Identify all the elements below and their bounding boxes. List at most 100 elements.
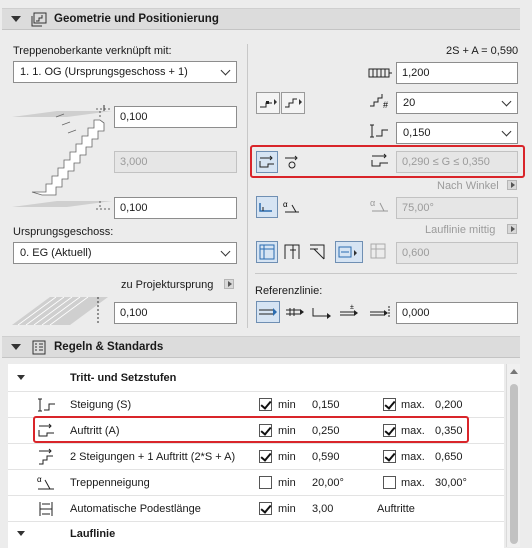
angle-input: 75,00° <box>396 197 518 219</box>
chevron-down-icon <box>220 65 231 76</box>
highlight-tread-row <box>33 416 469 443</box>
reference-center-button[interactable] <box>283 301 307 323</box>
walking-line-right-icon <box>310 244 325 260</box>
walking-line-center-button[interactable] <box>281 241 303 263</box>
chevron-down-icon <box>501 96 512 107</box>
home-story-value: 0. EG (Aktuell) <box>20 247 92 259</box>
by-angle-label: Nach Winkel <box>437 180 499 192</box>
riser-height-icon <box>38 398 55 412</box>
stair-slope-icon: α <box>37 475 54 490</box>
reference-custom-button[interactable]: ± <box>337 301 361 323</box>
riser-height-value: 0,150 <box>403 127 431 139</box>
collapse-triangle-icon[interactable] <box>11 16 21 22</box>
reference-custom-icon: ± <box>340 304 358 316</box>
reference-right-icon <box>312 308 331 319</box>
max-value[interactable]: 0,200 <box>435 399 463 411</box>
group-header-treads[interactable]: Tritt- und Setzstufen <box>8 364 504 392</box>
riser-height-select[interactable]: 0,150 <box>396 122 518 144</box>
min-value[interactable]: 20,00° <box>312 477 344 489</box>
top-offset-input[interactable]: 0,100 <box>114 106 237 128</box>
scroll-thumb[interactable] <box>510 384 518 544</box>
min-checkbox[interactable] <box>259 476 272 489</box>
table-row: Automatische Podestlänge min 3,00 Auftri… <box>8 496 504 522</box>
walking-line-right-button[interactable] <box>306 241 328 263</box>
reference-right-button[interactable] <box>310 301 334 323</box>
walking-line-custom-icon <box>338 246 357 258</box>
rules-settings-icon <box>32 340 46 355</box>
divider <box>255 273 517 274</box>
tread-depth-button[interactable] <box>256 196 278 218</box>
bottom-offset-input[interactable]: 0,100 <box>114 197 237 219</box>
section-header-rules[interactable]: Regeln & Standards <box>2 336 520 358</box>
tread-mode-button[interactable] <box>281 92 305 114</box>
riser-count-icon: # <box>370 94 388 110</box>
scroll-up-icon[interactable] <box>510 369 518 374</box>
table-row: 2 Steigungen + 1 Auftritt (2*S + A) min … <box>8 444 504 470</box>
flight-length-icon <box>368 68 392 78</box>
walking-line-left-button[interactable] <box>256 241 278 263</box>
project-zero-label: zu Projektursprung <box>121 279 214 291</box>
collapse-triangle-icon[interactable] <box>17 531 25 536</box>
svg-text:±: ± <box>350 304 354 311</box>
riser-mode-icon <box>260 99 277 108</box>
min-checkbox[interactable] <box>259 398 272 411</box>
max-checkbox[interactable] <box>383 398 396 411</box>
rule-name: Automatische Podestlänge <box>70 503 201 515</box>
svg-text:α: α <box>37 475 42 484</box>
max-checkbox[interactable] <box>383 476 396 489</box>
max-value[interactable]: 30,00° <box>435 477 467 489</box>
svg-text:α: α <box>283 200 288 209</box>
home-story-select[interactable]: 0. EG (Aktuell) <box>13 242 237 264</box>
step-formula-icon <box>39 448 53 465</box>
rules-table: Tritt- und Setzstufen Steigung (S) min 0… <box>8 364 504 548</box>
svg-text:α: α <box>370 198 375 208</box>
min-label: min <box>278 451 296 463</box>
walking-line-custom-button[interactable] <box>335 241 363 263</box>
highlight-going-range <box>250 145 525 178</box>
riser-count-select[interactable]: 20 <box>396 92 518 114</box>
min-value[interactable]: 3,00 <box>312 503 333 515</box>
top-linked-value: 1. 1. OG (Ursprungsgeschoss + 1) <box>20 66 188 78</box>
rule-name: 2 Steigungen + 1 Auftritt (2*S + A) <box>70 451 236 463</box>
reference-offset-input[interactable]: 0,000 <box>396 302 518 324</box>
section-header-geometry[interactable]: Geometrie und Positionierung <box>2 8 520 30</box>
walking-line-left-icon <box>259 244 275 260</box>
min-label: min <box>278 399 296 411</box>
zero-offset-input[interactable]: 0,100 <box>114 302 237 324</box>
collapse-triangle-icon[interactable] <box>11 344 21 350</box>
stair-elevation-illustration <box>12 105 112 210</box>
min-checkbox[interactable] <box>259 450 272 463</box>
min-checkbox[interactable] <box>259 502 272 515</box>
formula-label: 2S + A = 0,590 <box>446 45 519 57</box>
max-label: max. <box>401 451 425 463</box>
max-label: max. <box>401 477 425 489</box>
reference-line-label: Referenzlinie: <box>255 285 323 297</box>
reference-left-button[interactable] <box>256 301 280 323</box>
riser-mode-button[interactable] <box>256 92 280 114</box>
reference-center-icon <box>286 308 304 316</box>
top-linked-select[interactable]: 1. 1. OG (Ursprungsgeschoss + 1) <box>13 61 237 83</box>
slope-angle-button[interactable]: α <box>281 196 303 218</box>
vertical-scrollbar[interactable] <box>506 364 520 547</box>
by-angle-popup-icon[interactable] <box>507 180 517 190</box>
max-checkbox[interactable] <box>383 450 396 463</box>
walking-line-popup-icon[interactable] <box>507 224 517 234</box>
top-linked-label: Treppenoberkante verknüpft mit: <box>13 45 172 57</box>
rule-name: Treppenneigung <box>70 477 150 489</box>
project-zero-popup-icon[interactable] <box>224 279 234 289</box>
max-value[interactable]: 0,650 <box>435 451 463 463</box>
flight-length-input[interactable]: 1,200 <box>396 62 518 84</box>
tread-depth-icon <box>259 203 272 212</box>
min-label: min <box>278 503 296 515</box>
section-title: Geometrie und Positionierung <box>54 13 219 25</box>
walking-line-offset-icon <box>370 243 386 259</box>
chevron-down-icon <box>501 126 512 137</box>
min-value[interactable]: 0,150 <box>312 399 340 411</box>
table-row: Steigung (S) min 0,150 max. 0,200 <box>8 392 504 418</box>
min-value[interactable]: 0,590 <box>312 451 340 463</box>
group-header-walking-line[interactable]: Lauflinie <box>8 522 504 548</box>
collapse-triangle-icon[interactable] <box>17 375 25 380</box>
floor-plan-illustration <box>12 296 108 326</box>
unit-label: Auftritte <box>377 503 415 515</box>
riser-height-icon <box>370 124 388 138</box>
